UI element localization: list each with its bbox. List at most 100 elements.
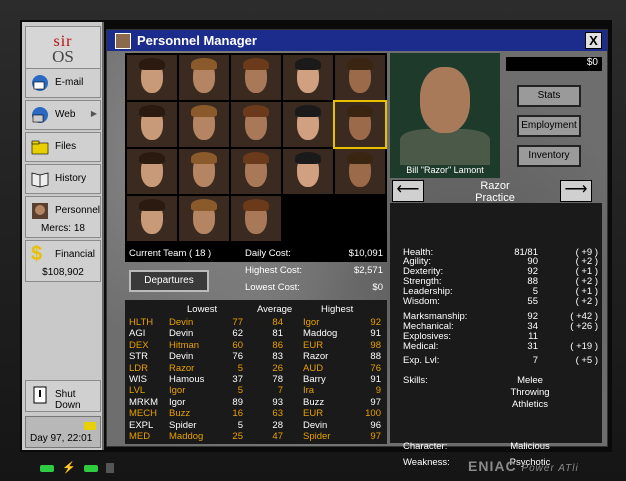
column-header: Highest	[321, 304, 354, 315]
merc-portrait[interactable]	[179, 196, 229, 241]
merc-hair	[243, 152, 269, 164]
drive-icon	[106, 463, 114, 473]
lowest-name: Igor	[169, 396, 186, 408]
highest-name: Barry	[303, 374, 326, 385]
merc-portrait[interactable]	[283, 102, 333, 147]
financial-balance: $108,902	[42, 267, 84, 278]
table-header: Lowest Average Highest	[125, 304, 387, 315]
merc-hair	[347, 105, 373, 117]
merc-hair	[139, 105, 165, 117]
window-titlebar: Personnel Manager X	[107, 30, 607, 51]
sidebar-item-financial[interactable]: $ Financial $108,902	[25, 240, 101, 282]
highest-value: 9	[375, 385, 381, 397]
merc-portrait[interactable]	[335, 55, 385, 100]
power-led	[40, 465, 54, 472]
info-row: Throwing	[403, 387, 598, 398]
average-value: 7	[277, 385, 283, 397]
merc-navigation: ⟵ Razor Practice ⟶	[390, 180, 602, 204]
submenu-arrow-icon: ▶	[90, 109, 97, 118]
departures-button[interactable]: Departures	[129, 270, 209, 292]
current-team-count: ( 18 )	[189, 248, 212, 259]
merc-portrait[interactable]	[127, 196, 177, 241]
lowest-name: Buzz	[169, 408, 191, 420]
merc-portrait[interactable]	[179, 55, 229, 100]
average-value: 81	[272, 328, 283, 340]
lowest-value: 89	[232, 396, 243, 408]
sidebar-item-email[interactable]: E-mail	[25, 68, 101, 98]
highest-value: 88	[370, 351, 381, 363]
highest-cost-label: Highest Cost:	[245, 265, 303, 276]
merc-portrait[interactable]	[231, 102, 281, 147]
merc-hair	[191, 105, 217, 117]
stat-label: Wisdom:	[403, 296, 440, 307]
stat-bonus: ( +19 )	[570, 341, 598, 352]
column-header: Average	[257, 304, 293, 315]
stat-abbrev: MRKM	[129, 396, 159, 408]
personnel-icon	[115, 33, 131, 49]
merc-hair	[191, 152, 217, 164]
table-row: HLTH Devin 77 84 Igor 92	[125, 317, 387, 328]
lowest-name: Devin	[169, 351, 194, 363]
stat-label: Medical:	[403, 341, 439, 352]
merc-stats-panel: Health: 81/81( +9 ) Agility: 90( +2 ) Dexter…	[390, 203, 602, 468]
lowest-value: 25	[232, 431, 243, 442]
merc-portrait[interactable]	[127, 149, 177, 194]
stat-bonus: ( +2 )	[575, 296, 598, 307]
stat-abbrev: STR	[129, 351, 148, 363]
merc-hair	[295, 105, 321, 117]
info-row: Character: Malicious	[403, 441, 598, 452]
close-button[interactable]: X	[585, 32, 602, 49]
merc-portrait[interactable]	[231, 55, 281, 100]
merc-portrait[interactable]	[283, 55, 333, 100]
highest-name: EUR	[303, 339, 324, 351]
sidebar-item-history[interactable]: History	[25, 164, 101, 194]
merc-portrait[interactable]	[333, 100, 387, 149]
info-row: Athletics	[403, 399, 598, 410]
table-row: MED Maddog 25 47 Spider 97	[125, 431, 387, 442]
date-time: Day 97, 22:01	[30, 433, 93, 444]
stat-abbrev: MED	[129, 431, 151, 442]
merc-hair	[191, 58, 217, 70]
average-value: 83	[272, 351, 283, 363]
merc-portrait[interactable]	[335, 149, 385, 194]
merc-portrait[interactable]	[179, 102, 229, 147]
lowest-value: 5	[237, 385, 243, 397]
stats-button[interactable]: Stats	[517, 85, 581, 107]
merc-portrait[interactable]	[231, 196, 281, 241]
sidebar-item-label: E-mail	[55, 77, 84, 88]
character-value: Malicious	[510, 441, 550, 452]
lowest-value: 60	[232, 339, 243, 351]
current-team-label: Current Team ( 18 )	[129, 248, 212, 259]
stat-value: 55	[527, 296, 538, 307]
lowest-value: 5	[237, 362, 243, 374]
highest-cost-value: $2,571	[353, 265, 383, 276]
sidebar-item-web[interactable]: Web ▶	[25, 100, 101, 130]
sidebar-item-label: Web	[55, 109, 76, 120]
daily-cost-value: $10,091	[348, 248, 383, 259]
inventory-button[interactable]: Inventory	[517, 145, 581, 167]
stat-value: 31	[527, 341, 538, 352]
prev-merc-button[interactable]: ⟵	[392, 180, 424, 202]
sidebar-item-files[interactable]: Files	[25, 132, 101, 162]
merc-portrait[interactable]	[127, 55, 177, 100]
merc-portrait[interactable]	[127, 102, 177, 147]
lowest-name: Devin	[169, 317, 194, 328]
merc-body	[400, 129, 490, 165]
sidebar-item-shutdown[interactable]: Shut Down	[25, 380, 101, 412]
personnel-icon	[32, 203, 48, 219]
sidebar-item-personnel[interactable]: Personnel Mercs: 18	[25, 196, 101, 238]
average-value: 84	[272, 317, 283, 328]
highest-value: 97	[370, 396, 381, 408]
merc-hair	[295, 58, 321, 70]
sidebar-item-label: Financial	[55, 249, 96, 260]
employment-button[interactable]: Employment	[517, 115, 581, 137]
merc-portrait[interactable]	[179, 149, 229, 194]
average-value: 78	[272, 374, 283, 385]
next-merc-button[interactable]: ⟶	[560, 180, 592, 202]
merc-portrait[interactable]	[231, 149, 281, 194]
lowest-name: Spider	[169, 419, 197, 431]
highest-value: 96	[370, 419, 381, 431]
table-row: STR Devin 76 83 Razor 88	[125, 351, 387, 362]
merc-portrait[interactable]	[283, 149, 333, 194]
window-title: Personnel Manager	[137, 33, 257, 48]
